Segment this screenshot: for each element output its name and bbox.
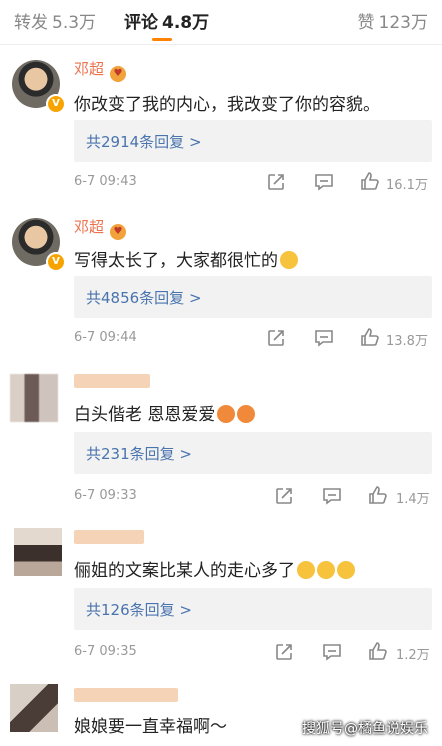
- replies-link[interactable]: 共4856条回复 >: [74, 276, 432, 318]
- avatar[interactable]: [10, 684, 58, 732]
- share-icon[interactable]: [274, 642, 294, 662]
- comment-tabs: 转发 5.3万 评论 4.8万 赞 123万: [0, 0, 442, 45]
- tab-like-count: 123万: [378, 13, 428, 33]
- tab-comment-label: 评论: [124, 13, 158, 33]
- emoji-icon: [237, 405, 256, 423]
- replies-link[interactable]: 共231条回复 >: [74, 432, 432, 474]
- comment-time: 6-7 09:35: [74, 644, 137, 659]
- replies-count: 共2914条回复 >: [86, 133, 202, 151]
- author-name: 邓超: [74, 218, 105, 236]
- share-icon[interactable]: [266, 328, 286, 348]
- comment-text: 娘娘要一直幸福啊～: [74, 717, 227, 737]
- replies-count: 共4856条回复 >: [86, 289, 202, 307]
- emoji-icon: [280, 251, 298, 269]
- avatar[interactable]: [10, 374, 58, 422]
- comment-text: 俪姐的文案比某人的走心多了: [74, 556, 355, 581]
- comment-time: 6-7 09:33: [74, 488, 137, 503]
- tab-like[interactable]: 赞 123万: [358, 8, 428, 33]
- emoji-icon: [217, 405, 236, 423]
- comment-author-blurred: [74, 530, 144, 544]
- watermark: 搜狐号@橘鱼说娱乐: [302, 721, 428, 737]
- comment-icon[interactable]: [314, 329, 334, 347]
- tab-repost-label: 转发: [14, 13, 48, 33]
- v-badge-icon: V: [46, 252, 66, 272]
- comment-text-content: 写得太长了，大家都很忙的: [74, 251, 278, 271]
- emoji-icon: ♥: [110, 224, 127, 240]
- share-icon[interactable]: [274, 486, 294, 506]
- comment-author-blurred: [74, 374, 150, 388]
- comment-author-blurred: [74, 688, 178, 702]
- tab-repost-count: 5.3万: [52, 13, 97, 33]
- comment-icon[interactable]: [322, 487, 342, 505]
- comment-author[interactable]: 邓超 ♥: [74, 216, 127, 240]
- comment-text: 你改变了我的内心，我改变了你的容貌。: [74, 95, 380, 115]
- replies-count: 共126条回复 >: [86, 601, 192, 619]
- replies-count: 共231条回复 >: [86, 445, 192, 463]
- active-tab-indicator: [152, 38, 172, 41]
- tab-like-label: 赞: [357, 13, 375, 33]
- comment-text: 写得太长了，大家都很忙的: [74, 246, 298, 271]
- thumb-up-icon[interactable]: [360, 171, 380, 191]
- comment-text-content: 白头偕老 恩恩爱爱: [74, 405, 216, 425]
- emoji-icon: [297, 561, 315, 579]
- comment-text: 白头偕老 恩恩爱爱: [74, 400, 256, 425]
- v-badge-icon: V: [46, 94, 66, 114]
- like-count: 1.2万: [396, 648, 430, 663]
- thumb-up-icon[interactable]: [368, 641, 388, 661]
- emoji-icon: [337, 561, 355, 579]
- avatar[interactable]: [14, 528, 62, 576]
- replies-link[interactable]: 共2914条回复 >: [74, 120, 432, 162]
- tab-comment[interactable]: 评论 4.8万: [124, 8, 209, 33]
- comment-icon[interactable]: [322, 643, 342, 661]
- comment-time: 6-7 09:44: [74, 330, 137, 345]
- thumb-up-icon[interactable]: [360, 327, 380, 347]
- comment-text-content: 俪姐的文案比某人的走心多了: [74, 561, 295, 581]
- comment-time: 6-7 09:43: [74, 174, 137, 189]
- replies-link[interactable]: 共126条回复 >: [74, 588, 432, 630]
- emoji-icon: [317, 561, 335, 579]
- tab-repost[interactable]: 转发 5.3万: [14, 8, 96, 33]
- comment-author[interactable]: 邓超 ♥: [74, 58, 127, 82]
- comment-icon[interactable]: [314, 173, 334, 191]
- share-icon[interactable]: [266, 172, 286, 192]
- thumb-up-icon[interactable]: [368, 485, 388, 505]
- like-count: 13.8万: [386, 334, 428, 349]
- emoji-icon: ♥: [110, 66, 127, 82]
- tab-comment-count: 4.8万: [162, 13, 210, 33]
- like-count: 1.4万: [396, 492, 430, 507]
- like-count: 16.1万: [386, 178, 428, 193]
- author-name: 邓超: [74, 60, 105, 78]
